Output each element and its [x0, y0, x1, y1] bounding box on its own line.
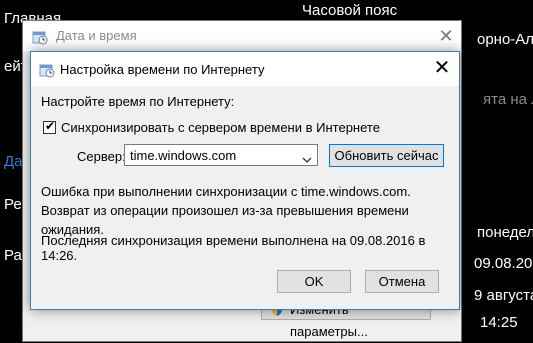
date-time-titlebar[interactable]: Дата и время ✕ [23, 21, 461, 51]
sync-error-message: Ошибка при выполнении синхронизации с ti… [41, 184, 411, 237]
sync-checkbox-label[interactable]: Синхронизировать с сервером времени в Ин… [61, 120, 380, 135]
instruction-label: Настройте время по Интернету: [41, 94, 235, 109]
background-fragment-2[interactable]: Да [4, 153, 23, 170]
chevron-down-icon[interactable] [302, 151, 312, 169]
last-sync-status: Последняя синхронизация времени выполнен… [41, 233, 426, 263]
sync-checkbox[interactable]: ✔ [43, 119, 56, 134]
internet-time-titlebar[interactable]: Настройка времени по Интернету ✕ [31, 52, 459, 86]
timezone-heading: Часовой пояс [302, 2, 398, 19]
server-label: Сервер: [77, 149, 126, 164]
server-value[interactable]: time.windows.com [130, 148, 236, 163]
update-now-button[interactable]: Обновить сейчас [329, 144, 444, 167]
internet-time-title: Настройка времени по Интернету [60, 62, 265, 77]
time-fragment: 14:25 [480, 314, 518, 331]
clock-calendar-icon [39, 62, 55, 83]
background-fragment-3: Ре [4, 196, 22, 213]
summer-time-fragment: ята на лет [483, 91, 533, 108]
date-time-title: Дата и время [56, 28, 137, 43]
long-date-fragment: 9 августа [474, 287, 533, 304]
ok-button[interactable]: OK [277, 270, 351, 293]
clock-calendar-icon [32, 29, 48, 50]
date-fragment: 09.08.201 [474, 255, 533, 272]
timezone-dropdown-fragment[interactable]: орно-Алт [477, 31, 533, 48]
server-combobox[interactable]: time.windows.com [124, 144, 318, 166]
close-icon[interactable]: ✕ [425, 52, 459, 86]
checkmark-icon: ✔ [45, 119, 56, 133]
weekday-fragment: понедел [477, 224, 533, 241]
close-icon[interactable]: ✕ [431, 21, 461, 51]
cancel-button[interactable]: Отмена [365, 270, 439, 293]
internet-time-settings-dialog: Настройка времени по Интернету ✕ Настрой… [30, 51, 460, 310]
